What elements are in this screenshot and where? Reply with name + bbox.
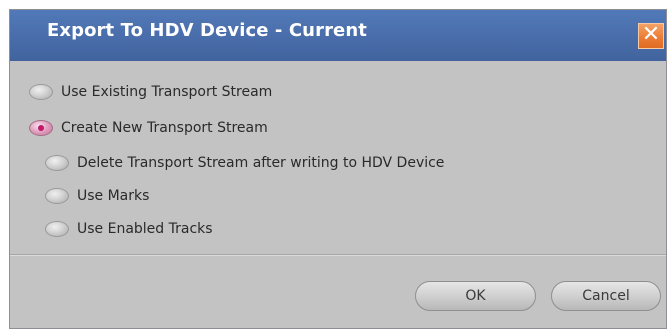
radio-use-existing-transport-stream[interactable]: Use Existing Transport Stream [29, 81, 272, 103]
ok-button[interactable]: OK [415, 281, 536, 311]
toggle-button[interactable] [45, 188, 69, 204]
radio-label: Create New Transport Stream [61, 120, 268, 136]
radio-label: Use Existing Transport Stream [61, 84, 273, 100]
checkbox-use-marks[interactable]: Use Marks [45, 185, 149, 207]
radio-button[interactable] [29, 84, 53, 100]
option-label: Delete Transport Stream after writing to… [77, 155, 445, 171]
checkbox-use-enabled-tracks[interactable]: Use Enabled Tracks [45, 218, 213, 240]
toggle-button[interactable] [45, 155, 69, 171]
title-bar[interactable]: Export To HDV Device - Current ✕ [10, 10, 666, 61]
cancel-button[interactable]: Cancel [551, 281, 661, 311]
radio-create-new-transport-stream[interactable]: Create New Transport Stream [29, 117, 268, 139]
option-label: Use Marks [77, 188, 150, 204]
close-icon: ✕ [641, 22, 661, 47]
radio-button-selected[interactable] [29, 120, 53, 136]
option-label: Use Enabled Tracks [77, 221, 213, 237]
divider [10, 254, 666, 256]
close-button[interactable]: ✕ [638, 23, 664, 49]
export-dialog: Export To HDV Device - Current ✕ Use Exi… [9, 9, 667, 329]
toggle-button[interactable] [45, 221, 69, 237]
checkbox-delete-transport-stream[interactable]: Delete Transport Stream after writing to… [45, 152, 444, 174]
dialog-title: Export To HDV Device - Current [47, 20, 367, 41]
